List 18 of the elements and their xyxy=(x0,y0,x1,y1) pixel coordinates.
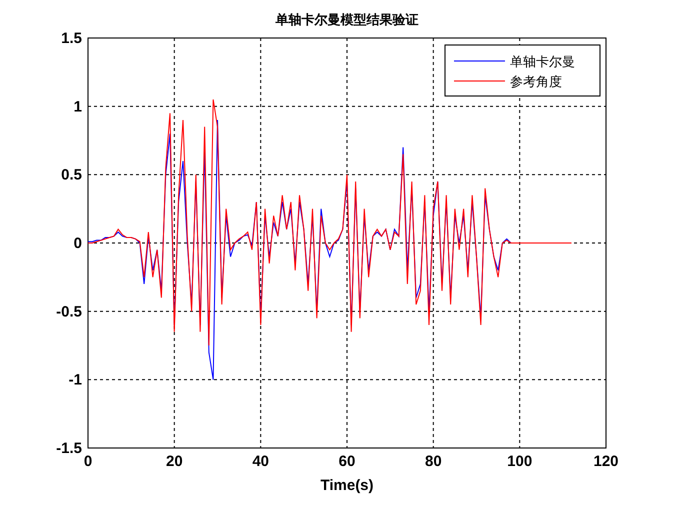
x-tick-label: 100 xyxy=(507,453,532,470)
y-tick-label: -0.5 xyxy=(56,303,82,320)
y-tick-label: 1 xyxy=(74,98,82,116)
legend-label: 参考角度 xyxy=(510,75,562,90)
x-tick-label: 60 xyxy=(338,453,356,470)
y-tick-label: 0.5 xyxy=(61,166,82,184)
x-tick-label: 0 xyxy=(84,453,92,470)
y-tick-label: 1.5 xyxy=(61,30,82,47)
x-tick-label: 120 xyxy=(593,453,619,470)
y-tick-label: -1.5 xyxy=(56,440,82,457)
x-tick-label: 20 xyxy=(166,453,183,470)
y-tick-label: 0 xyxy=(74,235,82,252)
legend-label: 单轴卡尔曼 xyxy=(510,55,575,70)
x-tick-label: 40 xyxy=(252,453,269,470)
x-tick-label: 80 xyxy=(425,453,442,470)
x-axis-label: Time(s) xyxy=(320,477,374,494)
chart-title: 单轴卡尔曼模型结果验证 xyxy=(276,13,418,28)
y-tick-label: -1 xyxy=(68,372,82,389)
